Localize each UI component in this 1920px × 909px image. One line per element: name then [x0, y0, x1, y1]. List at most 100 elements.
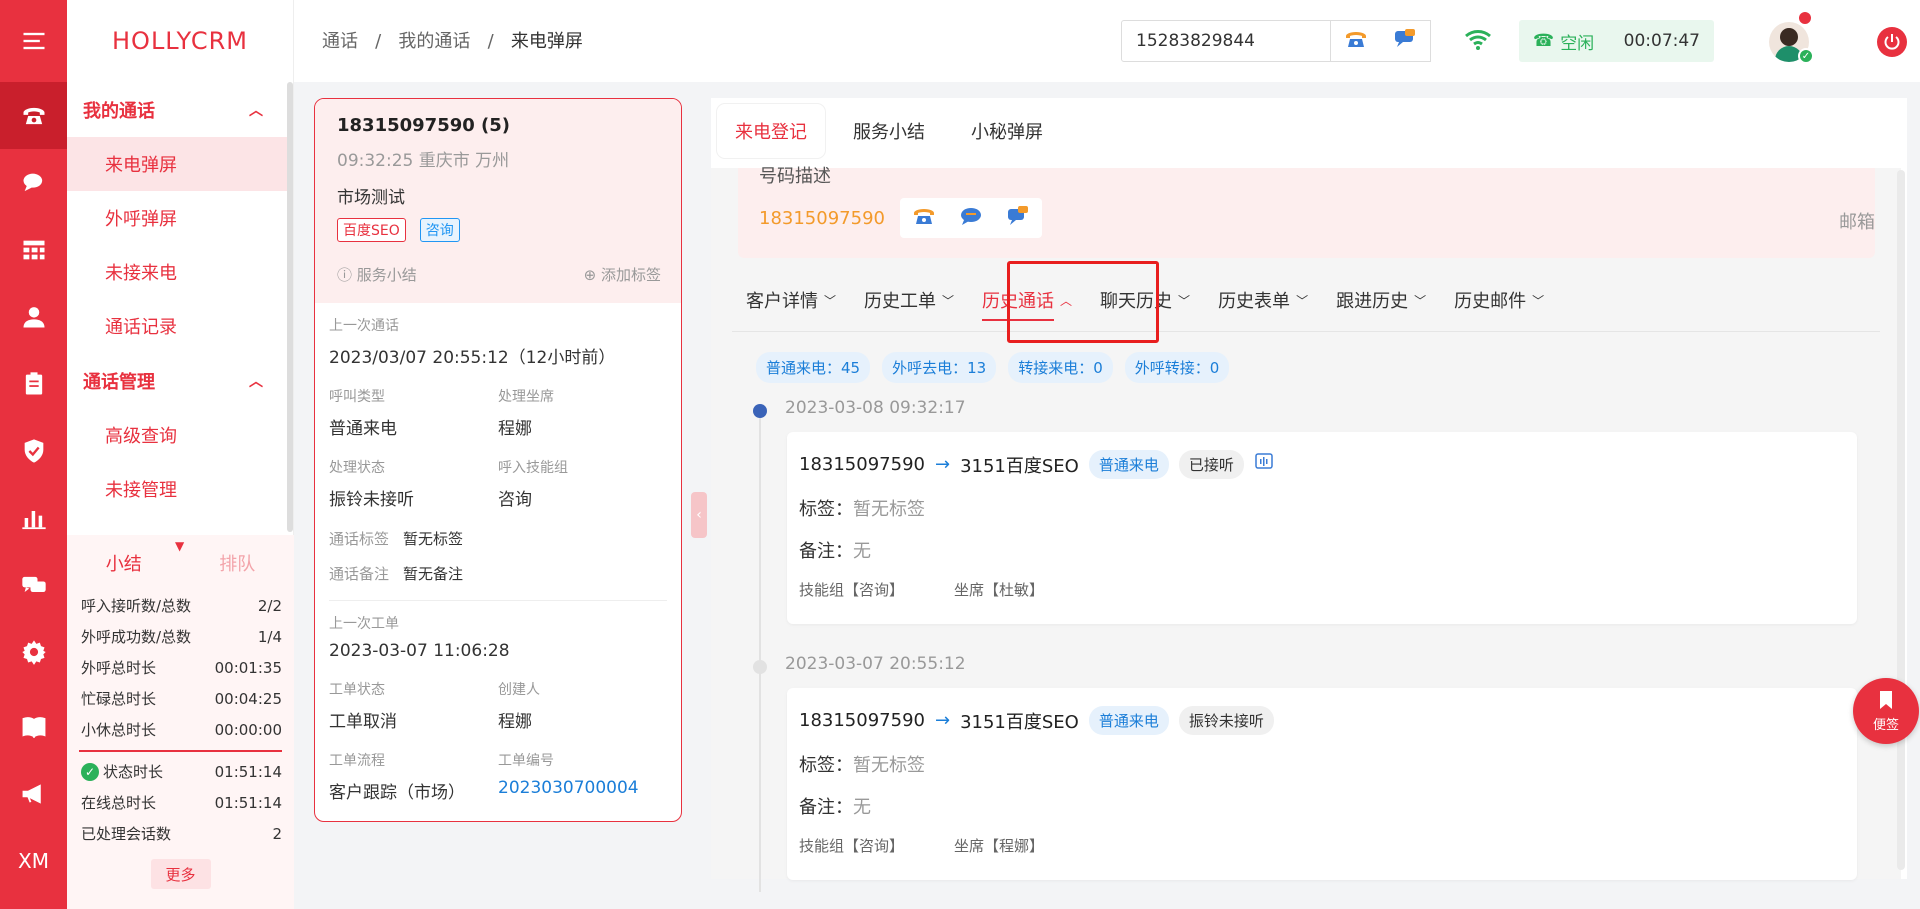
xm-text: XM [18, 848, 49, 873]
collapse-handle[interactable]: ‹ [691, 492, 707, 538]
chat-icon[interactable] [0, 149, 67, 216]
count-badge[interactable]: 外呼转接：0 [1124, 352, 1230, 383]
tab-summary[interactable]: 小结 [106, 550, 142, 576]
tab-chat-history[interactable]: 聊天历史 ﹀ [1086, 268, 1204, 332]
handle-status-label: 处理状态 [329, 460, 385, 476]
sidebar-item-call-records[interactable]: 通话记录 [67, 299, 293, 353]
tab-ticket-history[interactable]: 历史工单 ﹀ [850, 268, 968, 332]
sidebar-group-call-management[interactable]: 通话管理 ︿ [67, 353, 293, 408]
stat-label: 呼入接听数/总数 [81, 597, 192, 615]
record-tag-label: 标签： [799, 755, 853, 776]
phone-status-icon: ☎ [1533, 31, 1555, 51]
sidebar-group-my-calls[interactable]: 我的通话 ︿ [67, 82, 293, 137]
count-badge[interactable]: 普通来电：45 [756, 352, 871, 383]
tab-form-history[interactable]: 历史表单 ﹀ [1204, 268, 1322, 332]
tab-call-registration[interactable]: 来电登记 [717, 104, 825, 158]
memo-button[interactable]: 便签 [1853, 678, 1919, 744]
stat-label: 忙碌总时长 [81, 690, 157, 708]
message-icon[interactable] [0, 551, 67, 618]
record-to: 3151百度SEO [960, 711, 1079, 733]
shield-icon[interactable] [0, 417, 67, 484]
record-note-row: 备注：无 [799, 793, 1845, 819]
stat-value: 1/4 [257, 627, 282, 646]
record-header: 18315097590 → 3151百度SEO 普通来电 振铃未接听 [799, 706, 1845, 735]
chat-bubble-icon[interactable] [1393, 28, 1417, 54]
agent-label: 处理坐席 [498, 389, 554, 405]
user-icon[interactable] [0, 283, 67, 350]
chevron-down-icon: ﹀ [1532, 293, 1545, 308]
call-time-location: 09:32:25 重庆市 万州 [337, 151, 510, 171]
tab-queue[interactable]: 排队 [219, 550, 255, 576]
sidebar-item-outbound-popup[interactable]: 外呼弹屏 [67, 191, 293, 245]
power-icon[interactable] [1877, 27, 1907, 57]
panel-tabs: 来电登记 服务小结 小秘弹屏 [717, 104, 1061, 158]
call-note-row: 通话备注 暂无备注 [329, 563, 667, 584]
check-circle-icon: ✓ [81, 762, 99, 781]
agent-status[interactable]: ☎ 空闲 00:07:47 [1519, 20, 1714, 62]
call-counts: 普通来电：45 外呼去电：13 转接来电：0 外呼转接：0 [756, 352, 1230, 383]
count-badge[interactable]: 转接来电：0 [1008, 352, 1113, 383]
message-icon[interactable] [1006, 205, 1030, 231]
call-note-label: 通话备注 [329, 565, 390, 583]
stats-panel: 小结 排队 ▼ 呼入接听数/总数 2/2 外呼成功数/总数 1/4 外呼总时长 00:… [67, 535, 294, 909]
sidebar-item-missed-calls[interactable]: 未接来电 [67, 245, 293, 299]
stat-label: 已处理会话数 [81, 825, 172, 843]
stat-label-with-icon: ✓ 状态时长 [81, 761, 163, 782]
breadcrumb-item[interactable]: 我的通话 [398, 31, 470, 52]
record-note-value: 无 [853, 541, 871, 562]
tab-service-summary[interactable]: 服务小结 [835, 104, 943, 158]
stat-row: 在线总时长 01:51:14 [67, 787, 294, 818]
last-ticket-label: 上一次工单 [329, 616, 399, 632]
dial-phone-icon[interactable] [912, 205, 936, 231]
ticket-flow-row: 工单流程 客户跟踪（市场） 工单编号 2023030700004 [329, 750, 667, 803]
top-bar: 通话 / 我的通话 / 来电弹屏 15283829844 ☎ 空闲 00:07:… [294, 0, 1920, 82]
tab-assistant-popup[interactable]: 小秘弹屏 [953, 104, 1061, 158]
count-badge[interactable]: 外呼去电：13 [882, 352, 997, 383]
recording-icon[interactable] [1254, 451, 1276, 478]
megaphone-icon[interactable] [0, 760, 67, 827]
arrow-right-icon: → [934, 454, 951, 475]
chevron-up-icon: ︿ [1060, 293, 1073, 308]
ticket-number-link[interactable]: 2023030700004 [498, 778, 667, 798]
phone-number-input[interactable]: 15283829844 [1121, 20, 1331, 62]
creator-label: 创建人 [498, 682, 540, 698]
stat-label: 小休总时长 [81, 721, 157, 739]
tab-followup-history[interactable]: 跟进历史 ﹀ [1322, 268, 1440, 332]
gear-icon[interactable] [0, 618, 67, 685]
breadcrumb-item[interactable]: 通话 [322, 31, 358, 52]
chevron-left-icon: ‹ [696, 507, 702, 523]
tag-baidu-seo: 百度SEO [337, 218, 406, 242]
customer-number: 18315097590 [759, 208, 885, 229]
tab-call-history[interactable]: 历史通话 ︿ [968, 268, 1086, 332]
more-button[interactable]: 更多 [150, 859, 211, 889]
tab-label: 历史通话 [982, 287, 1055, 321]
tab-customer-details[interactable]: 客户详情 ﹀ [732, 268, 850, 332]
call-record-card[interactable]: 18315097590 → 3151百度SEO 普通来电 已接听 标签：暂无标签… [787, 432, 1857, 624]
phone-icon[interactable] [0, 82, 67, 149]
record-header: 18315097590 → 3151百度SEO 普通来电 已接听 [799, 450, 1845, 479]
tag-consult: 咨询 [419, 218, 460, 242]
menu-icon[interactable] [0, 0, 67, 82]
timeline-dot [753, 404, 767, 418]
ticket-flow-label: 工单流程 [329, 753, 385, 769]
service-summary-button[interactable]: ⓘ 服务小结 [337, 264, 417, 285]
sidebar-item-advanced-search[interactable]: 高级查询 [67, 408, 293, 462]
bar-chart-icon[interactable] [0, 484, 67, 551]
record-time: 2023-03-08 09:32:17 [785, 398, 966, 418]
grid-icon[interactable] [0, 216, 67, 283]
panel-scrollbar[interactable] [1897, 170, 1905, 870]
add-tag-button[interactable]: ⊕ 添加标签 [584, 264, 661, 285]
chat-icon[interactable] [959, 205, 983, 231]
call-record-card[interactable]: 18315097590 → 3151百度SEO 普通来电 振铃未接听 标签：暂无… [787, 688, 1857, 880]
last-ticket-value: 2023-03-07 11:06:28 [329, 641, 510, 661]
clipboard-icon[interactable] [0, 350, 67, 417]
dial-phone-icon[interactable] [1344, 28, 1368, 54]
sidebar-item-missed-management[interactable]: 未接管理 [67, 462, 293, 516]
tab-email-history[interactable]: 历史邮件 ﹀ [1440, 268, 1558, 332]
book-icon[interactable] [0, 693, 67, 760]
sidebar-scrollbar[interactable] [287, 82, 293, 532]
caller-tags: 百度SEO 咨询 [337, 218, 661, 242]
stat-row: ✓ 状态时长 01:51:14 [67, 756, 294, 787]
agent-value: 程娜 [498, 419, 532, 439]
sidebar-item-incoming-popup[interactable]: 来电弹屏 [67, 137, 293, 191]
